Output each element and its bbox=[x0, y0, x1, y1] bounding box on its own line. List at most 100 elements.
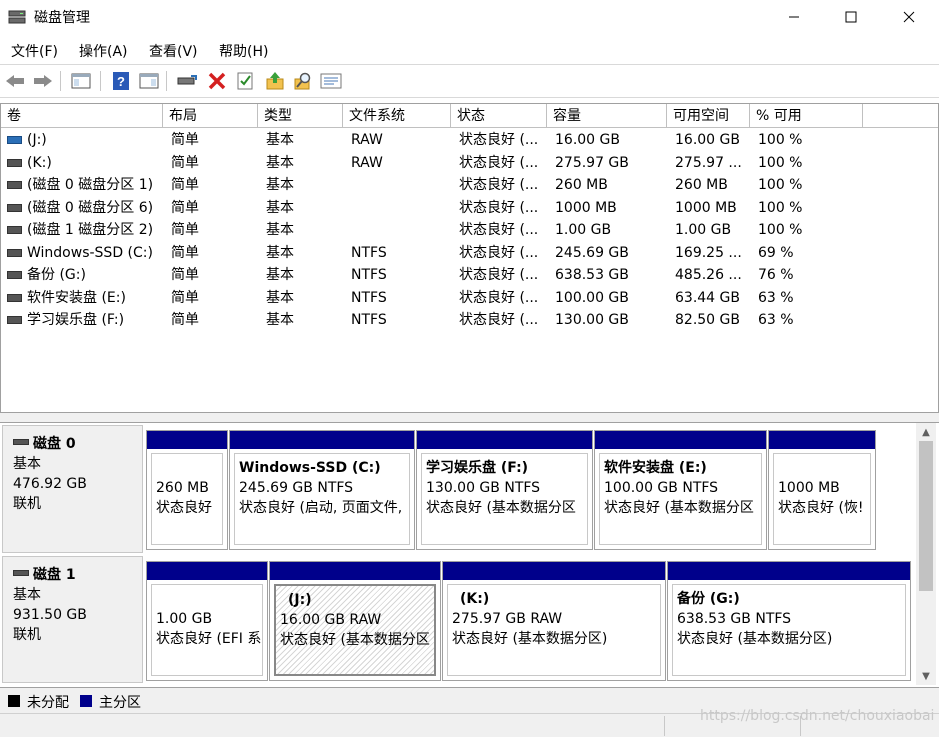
disk-0-partition-6[interactable]: 1000 MB 状态良好 (恢! bbox=[768, 430, 876, 550]
menu-bar: 文件(F) 操作(A) 查看(V) 帮助(H) bbox=[0, 38, 939, 62]
partition-body: 260 MB 状态良好 bbox=[151, 453, 223, 545]
volume-row[interactable]: (J:) 简单 基本 RAW 状态良好 (... 16.00 GB 16.00 GB 100 … bbox=[1, 129, 938, 151]
partition-size: 1000 MB bbox=[778, 480, 840, 496]
volume-cell-capacity: 1.00 GB bbox=[555, 222, 612, 238]
volume-icon bbox=[7, 158, 22, 167]
disk-1-partition-efi[interactable]: 1.00 GB 状态良好 (EFI 系 bbox=[146, 561, 268, 681]
volume-cell-status: 状态良好 (... bbox=[459, 199, 539, 216]
volume-row[interactable]: 学习娱乐盘 (F:) 简单 基本 NTFS 状态良好 (... 130.00 GB 82.5… bbox=[1, 309, 938, 331]
partition-status: 状态良好 (基本数据分区 bbox=[280, 632, 430, 648]
list-view-button[interactable] bbox=[320, 70, 342, 92]
volume-row[interactable]: (磁盘 0 磁盘分区 6) 简单 基本 状态良好 (... 1000 MB 1000 MB… bbox=[1, 197, 938, 219]
column-header-file-system[interactable]: 文件系统 bbox=[343, 104, 451, 128]
partition-size: 245.69 GB NTFS bbox=[239, 480, 354, 496]
find-button[interactable] bbox=[292, 70, 314, 92]
disk-1-partition-j[interactable]: (J:) 16.00 GB RAW 状态良好 (基本数据分区 bbox=[269, 561, 441, 681]
volume-list: 卷 布局 类型 文件系统 状态 容量 可用空间 % 可用 (J:) 简单 基本 RAW… bbox=[0, 103, 939, 413]
volume-cell-fs: RAW bbox=[351, 154, 383, 171]
forward-button[interactable] bbox=[32, 70, 54, 92]
show-hide-action-pane-button[interactable] bbox=[138, 70, 160, 92]
partition-status: 状态良好 (EFI 系 bbox=[156, 631, 262, 647]
partition-name: Windows-SSD (C:) bbox=[239, 460, 381, 476]
disk-0-partition-f[interactable]: 学习娱乐盘 (F:) 130.00 GB NTFS 状态良好 (基本数据分区 bbox=[416, 430, 593, 550]
volume-cell-free: 16.00 GB bbox=[675, 132, 740, 148]
volume-cell-free: 1000 MB bbox=[675, 199, 737, 216]
scroll-up-arrow-icon[interactable]: ▲ bbox=[916, 423, 936, 441]
disk-0-partition-e[interactable]: 软件安装盘 (E:) 100.00 GB NTFS 状态良好 (基本数据分区 bbox=[594, 430, 767, 550]
column-header-volume[interactable]: 卷 bbox=[1, 104, 163, 128]
volume-icon bbox=[7, 293, 22, 302]
volume-cell-type: 基本 bbox=[266, 199, 294, 216]
disk-0-partition-1[interactable]: 260 MB 状态良好 bbox=[146, 430, 228, 550]
help-button[interactable]: ? bbox=[110, 70, 132, 92]
volume-cell-status: 状态良好 (... bbox=[459, 267, 539, 283]
disk-1-label[interactable]: 磁盘 1 基本 931.50 GB 联机 bbox=[2, 556, 143, 683]
partition-body: 学习娱乐盘 (F:) 130.00 GB NTFS 状态良好 (基本数据分区 bbox=[421, 453, 588, 545]
disk-0-label[interactable]: 磁盘 0 基本 476.92 GB 联机 bbox=[2, 425, 143, 553]
svg-text:?: ? bbox=[117, 74, 125, 89]
volume-cell-free: 1.00 GB bbox=[675, 222, 732, 238]
volume-cell-capacity: 130.00 GB bbox=[555, 312, 629, 328]
menu-view[interactable]: 查看(V) bbox=[149, 41, 198, 61]
volume-cell-pct: 100 % bbox=[758, 154, 803, 171]
partition-body: 1.00 GB 状态良好 (EFI 系 bbox=[151, 584, 263, 676]
disk-1-partition-g[interactable]: 备份 (G:) 638.53 GB NTFS 状态良好 (基本数据分区) bbox=[667, 561, 911, 681]
connect-virtual-disk-button[interactable] bbox=[176, 70, 198, 92]
scrollbar-thumb[interactable] bbox=[919, 441, 933, 591]
minimize-button[interactable] bbox=[765, 0, 823, 34]
primary-partition-bar bbox=[769, 431, 875, 449]
maximize-button[interactable] bbox=[822, 0, 880, 34]
volume-cell-fs: NTFS bbox=[351, 267, 387, 283]
column-header-capacity[interactable]: 容量 bbox=[547, 104, 667, 128]
disk-1-partition-k[interactable]: (K:) 275.97 GB RAW 状态良好 (基本数据分区) bbox=[442, 561, 666, 681]
volume-cell-status: 状态良好 (... bbox=[459, 244, 539, 261]
volume-cell-free: 63.44 GB bbox=[675, 289, 740, 306]
scroll-down-arrow-icon[interactable]: ▼ bbox=[916, 667, 936, 685]
column-header-type[interactable]: 类型 bbox=[258, 104, 343, 128]
delete-button[interactable] bbox=[206, 70, 228, 92]
volume-cell-type: 基本 bbox=[266, 177, 294, 193]
volume-cell-capacity: 275.97 GB bbox=[555, 154, 629, 171]
toolbar: ? bbox=[0, 64, 939, 98]
volume-icon bbox=[7, 248, 22, 257]
menu-help[interactable]: 帮助(H) bbox=[219, 41, 268, 61]
volume-row[interactable]: (磁盘 1 磁盘分区 2) 简单 基本 状态良好 (... 1.00 GB 1.00 GB… bbox=[1, 219, 938, 241]
column-header-free-space[interactable]: 可用空间 bbox=[667, 104, 750, 128]
partition-status: 状态良好 (基本数据分区) bbox=[677, 631, 833, 647]
menu-file[interactable]: 文件(F) bbox=[11, 41, 58, 61]
volume-row[interactable]: (K:) 简单 基本 RAW 状态良好 (... 275.97 GB 275.97 ... 1… bbox=[1, 152, 938, 174]
volume-cell-layout: 简单 bbox=[171, 199, 199, 216]
column-header-percent-free[interactable]: % 可用 bbox=[750, 104, 863, 128]
close-button[interactable] bbox=[880, 0, 938, 34]
volume-cell-pct: 100 % bbox=[758, 199, 803, 216]
volume-cell-type: 基本 bbox=[266, 312, 294, 328]
volume-cell-capacity: 1000 MB bbox=[555, 199, 617, 216]
volume-row[interactable]: (磁盘 0 磁盘分区 1) 简单 基本 状态良好 (... 260 MB 260 MB 10… bbox=[1, 174, 938, 196]
disk-view-scrollbar[interactable]: ▲ ▼ bbox=[916, 423, 936, 685]
volume-cell-name: 学习娱乐盘 (F:) bbox=[27, 312, 125, 328]
folder-up-arrow-icon bbox=[266, 72, 284, 90]
volume-cell-pct: 69 % bbox=[758, 244, 794, 261]
primary-partition-bar bbox=[595, 431, 766, 449]
volume-icon bbox=[7, 271, 22, 279]
volume-cell-layout: 简单 bbox=[171, 289, 199, 306]
partition-size: 100.00 GB NTFS bbox=[604, 480, 719, 496]
primary-partition-bar bbox=[230, 431, 414, 449]
pane-splitter[interactable] bbox=[0, 413, 939, 423]
move-up-button[interactable] bbox=[264, 70, 286, 92]
volume-cell-pct: 63 % bbox=[758, 312, 794, 328]
volume-row[interactable]: 备份 (G:) 简单 基本 NTFS 状态良好 (... 638.53 GB 485.26 … bbox=[1, 264, 938, 286]
partition-name: 学习娱乐盘 (F:) bbox=[426, 460, 529, 476]
show-hide-console-tree-button[interactable] bbox=[70, 70, 92, 92]
disk-0-partition-c[interactable]: Windows-SSD (C:) 245.69 GB NTFS 状态良好 (启动… bbox=[229, 430, 415, 550]
volume-row[interactable]: Windows-SSD (C:) 简单 基本 NTFS 状态良好 (... 245.69 … bbox=[1, 242, 938, 264]
volume-row[interactable]: 软件安装盘 (E:) 简单 基本 NTFS 状态良好 (... 100.00 GB 63.4… bbox=[1, 287, 938, 309]
column-header-status[interactable]: 状态 bbox=[451, 104, 547, 128]
column-header-layout[interactable]: 布局 bbox=[163, 104, 258, 128]
properties-button[interactable] bbox=[234, 70, 256, 92]
back-button[interactable] bbox=[4, 70, 26, 92]
window-title: 磁盘管理 bbox=[34, 10, 90, 26]
volume-cell-status: 状态良好 (... bbox=[459, 132, 539, 148]
menu-action[interactable]: 操作(A) bbox=[79, 41, 128, 61]
volume-cell-status: 状态良好 (... bbox=[459, 154, 539, 171]
